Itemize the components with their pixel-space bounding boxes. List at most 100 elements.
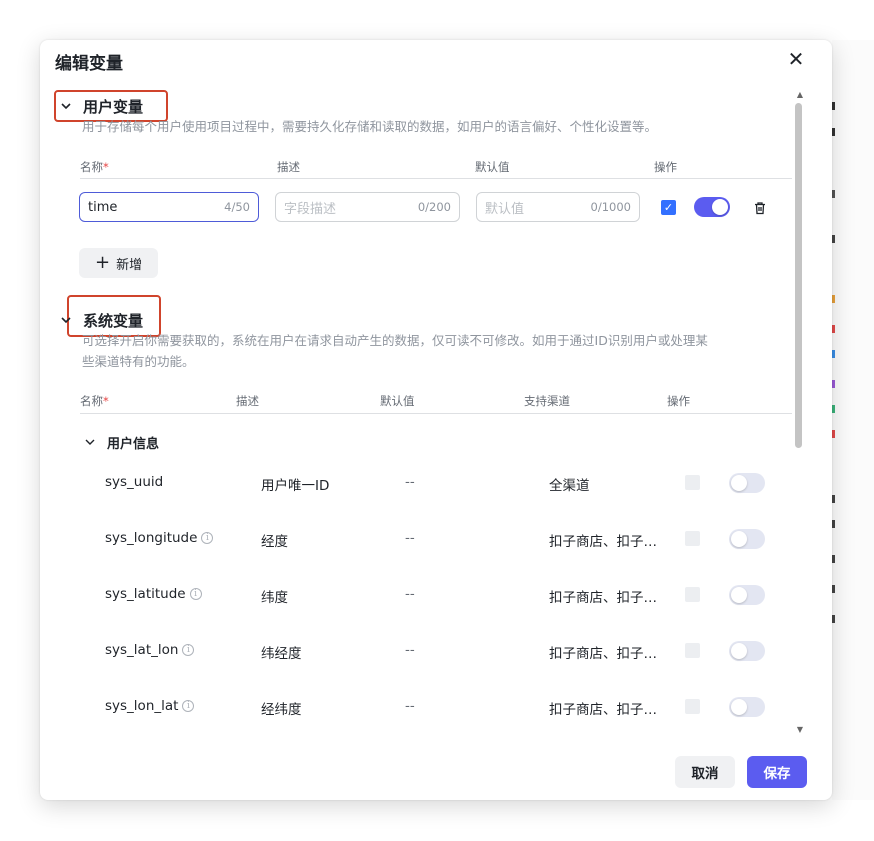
bg-mark	[832, 520, 835, 528]
default-value-char-count: 0/1000	[590, 200, 631, 214]
toggle-knob	[731, 643, 747, 659]
bg-mark	[832, 405, 835, 413]
group-title: 用户信息	[107, 437, 160, 452]
default-value-placeholder: 默认值	[485, 201, 525, 217]
variable-name: sys_latitude i	[105, 586, 202, 602]
variable-toggle[interactable]	[729, 529, 765, 549]
chevron-down-icon	[59, 314, 73, 327]
variable-default: --	[405, 474, 415, 490]
scroll-up-arrow-icon[interactable]: ▲	[796, 91, 804, 99]
required-mark: *	[103, 394, 109, 408]
variable-default: --	[405, 586, 415, 602]
name-input-value: time	[88, 199, 118, 215]
name-input[interactable]: time 4/50	[79, 192, 259, 222]
required-mark: *	[103, 160, 109, 174]
toggle-knob	[712, 199, 728, 215]
section-title: 系统变量	[83, 312, 144, 330]
variable-description: 经纬度	[261, 702, 302, 718]
variable-default: --	[405, 642, 415, 658]
toggle-knob	[731, 699, 747, 715]
variable-checkbox[interactable]	[685, 531, 700, 546]
section-description: 可选择开启你需要获取的，系统在用户在请求自动产生的数据，仅可读不可修改。如用于通…	[82, 330, 788, 372]
save-button[interactable]: 保存	[747, 756, 807, 788]
variable-channel: 扣子商店、扣子…	[549, 534, 657, 550]
bg-mark	[832, 555, 835, 563]
variable-toggle[interactable]	[729, 585, 765, 605]
dialog-content: 用户变量 用于存储每个用户使用项目过程中，需要持久化存储和读取的数据，如用户的语…	[40, 88, 792, 788]
cancel-button[interactable]: 取消	[675, 756, 735, 788]
add-variable-button[interactable]: + 新增	[79, 248, 159, 278]
description-input[interactable]: 字段描述 0/200	[275, 192, 460, 222]
column-header-ops: 操作	[667, 394, 690, 408]
bg-mark	[832, 430, 835, 438]
bg-mark	[832, 325, 835, 333]
plus-icon: +	[95, 252, 111, 273]
info-icon[interactable]: i	[182, 700, 195, 712]
variable-checkbox[interactable]	[685, 587, 700, 602]
variable-name-text: sys_latitude	[105, 586, 186, 602]
column-header-name: 名称*	[80, 393, 109, 409]
section-description: 用于存储每个用户使用项目过程中，需要持久化存储和读取的数据，如用户的语言偏好、个…	[82, 119, 658, 134]
header-divider	[80, 413, 792, 414]
enable-checkbox[interactable]: ✓	[661, 200, 676, 215]
close-icon[interactable]: ✕	[786, 49, 806, 69]
variable-checkbox[interactable]	[685, 699, 700, 714]
variable-toggle[interactable]	[729, 473, 765, 493]
variable-toggle[interactable]	[729, 641, 765, 661]
variable-toggle[interactable]	[694, 197, 730, 217]
variable-checkbox[interactable]	[685, 475, 700, 490]
column-header-channel: 支持渠道	[524, 394, 570, 408]
header-divider	[80, 178, 792, 179]
trash-icon[interactable]	[753, 200, 767, 216]
edit-variables-dialog: 编辑变量 ✕ ▲ ▼ 用户变量 用于存储每个用户使用项目过程中，需要持久化存储和…	[40, 40, 832, 800]
variable-name-text: sys_uuid	[105, 474, 164, 490]
variable-default: --	[405, 530, 415, 546]
add-button-label: 新增	[116, 257, 143, 273]
bg-mark	[832, 102, 835, 110]
column-header-label: 名称	[80, 160, 103, 174]
column-header-ops: 操作	[654, 160, 677, 174]
background-page	[832, 40, 874, 800]
description-line: 些渠道特有的功能。	[82, 354, 195, 369]
chevron-down-icon	[83, 436, 97, 449]
column-header-default: 默认值	[380, 394, 415, 408]
description-char-count: 0/200	[417, 200, 451, 214]
bg-mark	[832, 295, 835, 303]
column-header-name: 名称*	[80, 159, 109, 175]
bg-mark	[832, 615, 835, 623]
chevron-down-icon	[59, 100, 73, 113]
group-header-user-info[interactable]: 用户信息	[83, 433, 159, 452]
bg-mark	[832, 495, 835, 503]
column-header-desc: 描述	[236, 394, 259, 408]
variable-channel: 扣子商店、扣子…	[549, 646, 657, 662]
variable-description: 纬经度	[261, 646, 302, 662]
variable-name-text: sys_longitude	[105, 530, 198, 546]
scroll-down-arrow-icon[interactable]: ▼	[796, 726, 804, 734]
description-placeholder: 字段描述	[284, 201, 337, 217]
variable-name: sys_longitude i	[105, 530, 214, 546]
section-header-system-vars[interactable]: 系统变量	[59, 310, 143, 331]
bg-mark	[832, 128, 835, 136]
variable-default: --	[405, 698, 415, 714]
variable-name: sys_lat_lon i	[105, 642, 195, 658]
toggle-knob	[731, 475, 747, 491]
name-char-count: 4/50	[224, 200, 250, 214]
variable-toggle[interactable]	[729, 697, 765, 717]
variable-channel: 扣子商店、扣子…	[549, 590, 657, 606]
variable-name-text: sys_lat_lon	[105, 642, 179, 658]
info-icon[interactable]: i	[182, 644, 195, 656]
scrollbar-thumb[interactable]	[795, 103, 802, 448]
toggle-knob	[731, 531, 747, 547]
variable-name: sys_uuid	[105, 474, 163, 490]
variable-checkbox[interactable]	[685, 643, 700, 658]
variable-channel: 扣子商店、扣子…	[549, 702, 657, 718]
section-header-user-vars[interactable]: 用户变量	[59, 96, 143, 117]
section-title: 用户变量	[83, 98, 144, 116]
bg-mark	[832, 380, 835, 388]
bg-mark	[832, 235, 835, 243]
info-icon[interactable]: i	[201, 532, 214, 544]
column-header-label: 名称	[80, 394, 103, 408]
info-icon[interactable]: i	[189, 588, 202, 600]
default-value-input[interactable]: 默认值 0/1000	[476, 192, 640, 222]
column-header-desc: 描述	[277, 160, 300, 174]
